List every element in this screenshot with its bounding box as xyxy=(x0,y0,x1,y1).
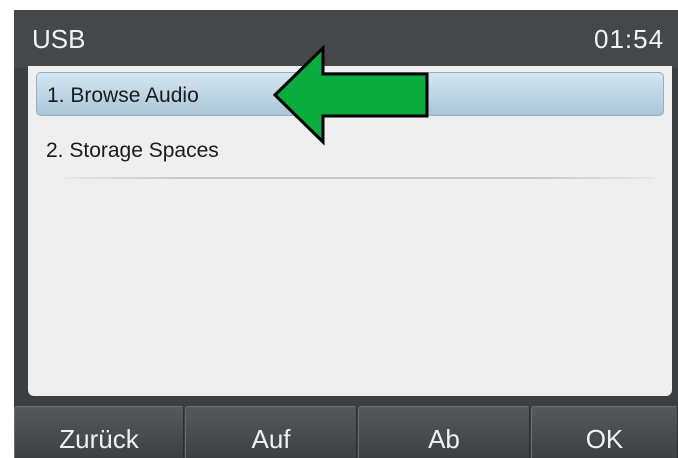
softkey-label: Ab xyxy=(428,424,460,454)
softkey-label: OK xyxy=(585,424,624,454)
softkey-up-button[interactable]: Auf xyxy=(185,406,357,458)
menu-item-label: 1. Browse Audio xyxy=(47,84,199,107)
divider xyxy=(64,177,654,179)
softkey-bar: Zurück Auf Ab OK xyxy=(14,406,678,458)
softkey-label: Auf xyxy=(251,424,291,454)
pointer-arrow-icon xyxy=(272,44,429,146)
softkey-ok-button[interactable]: OK xyxy=(531,406,678,458)
clock: 01:54 xyxy=(594,24,665,54)
menu-item-label: 2. Storage Spaces xyxy=(46,139,219,162)
softkey-down-button[interactable]: Ab xyxy=(358,406,530,458)
softkey-back-button[interactable]: Zurück xyxy=(14,406,184,458)
screen-title: USB xyxy=(32,24,86,54)
softkey-label: Zurück xyxy=(59,424,139,454)
